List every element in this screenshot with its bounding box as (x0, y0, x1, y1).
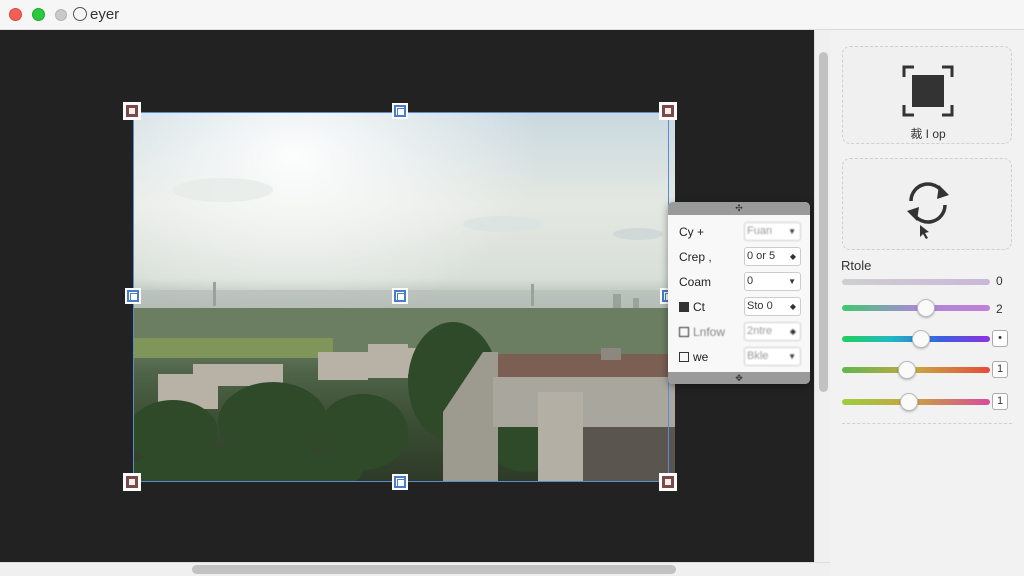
setting-select[interactable]: Bkle ▼ (744, 347, 801, 366)
stepper-icon: ◆ (789, 252, 796, 261)
crop-handle-center[interactable] (392, 288, 408, 304)
setting-select[interactable]: 0 ▼ (744, 272, 801, 291)
setting-label: we (679, 350, 708, 364)
slider-value-box[interactable]: 1 (992, 393, 1008, 410)
crop-handle-left[interactable] (125, 288, 141, 304)
stepper-icon: ◆ (789, 327, 796, 336)
crop-handle-top-left[interactable] (124, 103, 140, 119)
setting-label: Ct (679, 300, 705, 314)
setting-label: Crep , (679, 250, 712, 264)
panel-resize-handle[interactable]: ✥ (668, 372, 810, 384)
panel-drag-handle[interactable]: ✣ (668, 202, 810, 215)
adjust-slider-0[interactable] (842, 279, 990, 285)
setting-row: Crep , 0 or 5 ◆ (668, 247, 810, 267)
setting-value: 2ntre (747, 325, 773, 337)
slider-knob[interactable] (917, 299, 935, 317)
crop-handle-top-right[interactable] (660, 103, 676, 119)
box-icon (679, 327, 689, 337)
crop-settings-panel: ✣ Cy + Fuan ▼ Crep , 0 or 5 ◆ Coam 0 ▼ C… (668, 202, 810, 384)
rotate-tool-button[interactable] (842, 158, 1012, 250)
setting-stepper[interactable]: 0 or 5 ◆ (744, 247, 801, 266)
adjust-slider-4[interactable] (842, 393, 990, 411)
slider-value: 0 (996, 274, 1003, 288)
adjust-slider-3[interactable] (842, 361, 990, 379)
setting-label: Lnfow (679, 325, 725, 339)
horizontal-scrollbar[interactable] (0, 562, 830, 576)
setting-label-text: Ct (693, 300, 705, 314)
rotate-icon (907, 182, 949, 239)
crop-handle-bottom-left[interactable] (124, 474, 140, 490)
chevron-down-icon: ▼ (788, 227, 796, 236)
setting-value: 0 (747, 275, 754, 287)
slider-value-box[interactable]: • (992, 330, 1008, 347)
slider-knob[interactable] (900, 393, 918, 411)
adjust-section-title: Rtole (841, 258, 872, 273)
setting-stepper[interactable]: Sto 0 ◆ (744, 297, 801, 316)
slider-knob[interactable] (898, 361, 916, 379)
setting-value: 0 or 5 (747, 250, 776, 262)
vertical-scrollbar[interactable] (814, 30, 830, 562)
setting-label: Cy + (679, 225, 705, 239)
crop-handle-bottom[interactable] (392, 474, 408, 490)
adjust-slider-1[interactable] (842, 299, 990, 317)
adjust-slider-2[interactable] (842, 330, 990, 348)
tool-panel: 裁 I op Rtole 0 2 • 1 1 (830, 30, 1024, 576)
window-title: eyer (90, 6, 120, 23)
chevron-down-icon: ▼ (788, 352, 796, 361)
crop-icon (902, 65, 954, 117)
box-icon (679, 352, 689, 362)
panel-divider (842, 423, 1012, 424)
vertical-scroll-thumb[interactable] (819, 52, 828, 392)
setting-row: Lnfow 2ntre ◆ (668, 322, 810, 342)
setting-row: Cy + Fuan ▼ (668, 222, 810, 242)
setting-row: Coam 0 ▼ (668, 272, 810, 292)
setting-select[interactable]: Fuan ▼ (744, 222, 801, 241)
minimize-window-button[interactable] (55, 9, 67, 21)
app-window: eyer ✣ Cy + Fuan ▼ Crep , 0 or 5 ◆ Coam … (0, 0, 1024, 576)
stepper-icon: ◆ (789, 302, 796, 311)
crop-tool-button[interactable]: 裁 I op (842, 46, 1012, 144)
setting-stepper[interactable]: 2ntre ◆ (744, 322, 801, 341)
setting-value: Bkle (747, 350, 769, 362)
horizontal-scroll-thumb[interactable] (192, 565, 676, 574)
slider-value-box[interactable]: 1 (992, 361, 1008, 378)
grid-icon (679, 302, 689, 312)
setting-label-text: we (693, 350, 709, 364)
slider-knob[interactable] (912, 330, 930, 348)
zoom-window-button[interactable] (32, 8, 45, 21)
crop-tool-label: 裁 I op (910, 127, 946, 141)
setting-value: Fuan (747, 225, 773, 237)
slider-value: 2 (996, 302, 1003, 316)
setting-label: Coam (679, 275, 712, 289)
crop-handle-top[interactable] (392, 103, 408, 119)
setting-row: Ct Sto 0 ◆ (668, 297, 810, 317)
setting-value: Sto 0 (747, 300, 773, 312)
title-bar: eyer (0, 0, 1024, 30)
setting-label-text: Lnfow (693, 325, 726, 339)
setting-row: we Bkle ▼ (668, 347, 810, 367)
chevron-down-icon: ▼ (788, 277, 796, 286)
crop-handle-bottom-right[interactable] (660, 474, 676, 490)
close-window-button[interactable] (9, 8, 22, 21)
app-icon (73, 7, 87, 21)
